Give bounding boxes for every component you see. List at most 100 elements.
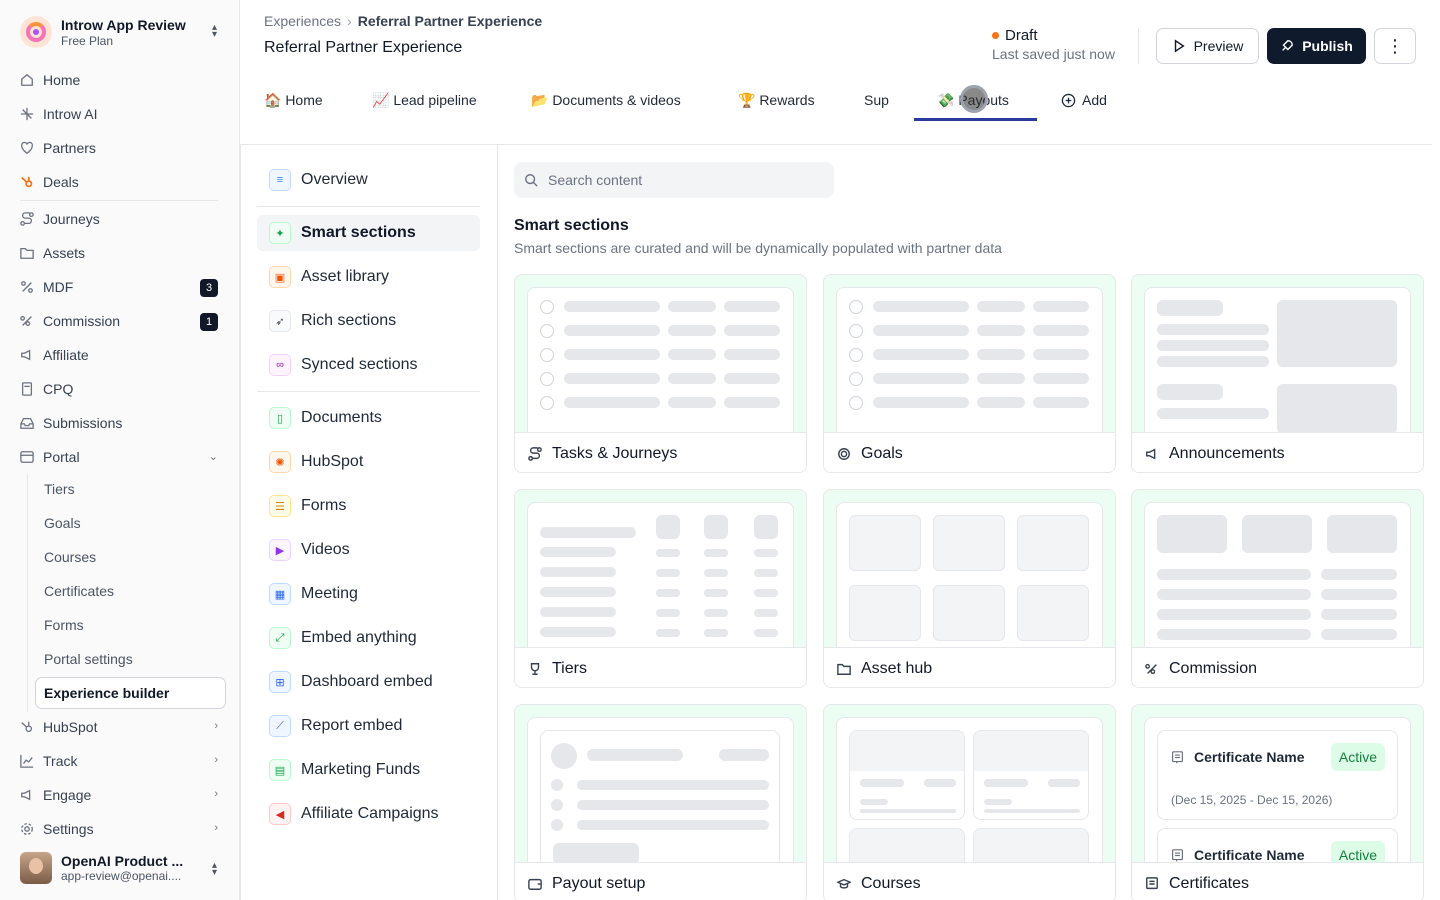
certificate-icon [1172,849,1183,862]
library-embed-anything[interactable]: ⤢ Embed anything [257,620,480,656]
certificate-dates: (Dec 15, 2025 - Dec 15, 2026) [1171,793,1333,807]
library-rich-sections[interactable]: ➶ Rich sections [257,303,480,339]
sidebar-item-submissions[interactable]: Submissions [20,410,222,436]
content-library: ≡ Overview ✦ Smart sections ▣ Asset libr… [241,145,498,900]
card-title: Asset hub [861,659,933,677]
library-overview[interactable]: ≡ Overview [257,162,480,198]
sidebar-item-track[interactable]: Track › [20,748,222,774]
smart-section-card-payout-setup[interactable]: Payout setup [514,704,807,900]
tab-add[interactable]: Add [1061,80,1107,120]
page-title[interactable]: Referral Partner Experience [264,39,462,57]
hubspot-icon: ✺ [269,451,291,473]
mouse-cursor-icon [960,85,988,113]
workspace-switcher[interactable]: Introw App Review Free Plan ▴ ▾ [20,14,225,50]
smart-section-card-asset-hub[interactable]: Asset hub [823,489,1116,688]
library-forms[interactable]: ☰ Forms [257,488,480,524]
vertical-dots-icon: ⋮ [1386,35,1404,56]
library-smart-sections[interactable]: ✦ Smart sections [257,215,480,251]
library-marketing-funds[interactable]: ▤ Marketing Funds [257,752,480,788]
submenu-guide-line [27,474,28,712]
card-title: Tasks & Journeys [552,444,678,462]
sidebar-item-introw-ai[interactable]: Introw AI [20,101,222,127]
smart-section-card-certificates[interactable]: Certificate Name Active (Dec 15, 2025 - … [1131,704,1424,900]
search-input[interactable]: Search content [514,162,834,198]
tab-documents-videos[interactable]: 📂 Documents & videos [531,80,681,120]
tab-sup[interactable]: Sup [864,80,889,120]
library-item-label: Overview [301,171,368,188]
library-documents[interactable]: ▯ Documents [257,400,480,436]
breadcrumb-separator-icon: › [347,13,352,29]
portal-sub-experience-builder[interactable]: Experience builder [35,677,226,709]
bookmark-icon: ▣ [269,266,291,288]
sidebar-item-portal[interactable]: Portal ⌄ [20,444,222,470]
card-preview [515,275,806,432]
library-item-label: Report embed [301,717,403,734]
card-title: Courses [861,874,921,892]
sidebar-item-mdf[interactable]: MDF 3 [20,274,222,300]
sidebar-item-cpq[interactable]: CPQ [20,376,222,402]
library-item-label: Forms [301,497,347,514]
smart-section-card-commission[interactable]: Commission [1131,489,1424,688]
smart-section-card-tasks-journeys[interactable]: Tasks & Journeys [514,274,807,473]
sidebar-item-partners[interactable]: Partners [20,135,222,161]
more-options-button[interactable]: ⋮ [1374,28,1416,64]
sidebar-item-settings[interactable]: Settings › [20,816,222,842]
app-root: Introw App Review Free Plan ▴ ▾ Home Intr… [0,0,1440,900]
library-meeting[interactable]: ▦ Meeting [257,576,480,612]
breadcrumb-root-link[interactable]: Experiences [264,13,341,29]
library-hubspot[interactable]: ✺ HubSpot [257,444,480,480]
graduation-cap-icon [837,877,851,891]
sidebar-item-home[interactable]: Home [20,67,222,93]
sidebar-item-label: Engage [43,787,92,803]
certificate-icon [1172,751,1183,764]
chart-line-icon: ⟋ [269,715,291,737]
library-affiliate-campaigns[interactable]: ◀ Affiliate Campaigns [257,796,480,832]
chevron-right-icon: › [214,754,218,766]
tab-home[interactable]: 🏠 Home [264,80,323,120]
sidebar-item-assets[interactable]: Assets [20,240,222,266]
smart-section-card-tiers[interactable]: Tiers [514,489,807,688]
sidebar-item-deals[interactable]: Deals [20,169,222,195]
breadcrumb-current: Referral Partner Experience [357,13,543,29]
library-videos[interactable]: ▶ Videos [257,532,480,568]
sidebar-item-engage[interactable]: Engage › [20,782,222,808]
smart-section-card-announcements[interactable]: Announcements [1131,274,1424,473]
portal-sub-courses[interactable]: Courses [44,544,224,570]
sidebar-item-label: Settings [43,821,94,837]
library-synced-sections[interactable]: ∞ Synced sections [257,347,480,383]
preview-button[interactable]: Preview [1156,28,1259,64]
user-menu[interactable]: OpenAI Product ... app-review@openai....… [20,852,225,884]
library-divider [257,206,480,207]
tab-lead-pipeline[interactable]: 📈 Lead pipeline [372,80,477,120]
portal-sub-tiers[interactable]: Tiers [44,476,224,502]
smart-section-card-courses[interactable]: Courses [823,704,1116,900]
sidebar-item-label: Commission [43,313,121,329]
portal-sub-forms[interactable]: Forms [44,612,224,638]
card-preview [824,490,1115,647]
card-preview: Certificate Name Active (Dec 15, 2025 - … [1132,705,1423,862]
portal-sub-portal-settings[interactable]: Portal settings [44,646,224,672]
sidebar-item-hubspot[interactable]: HubSpot › [20,714,222,740]
status-label: Draft [1005,27,1038,44]
library-item-label: Affiliate Campaigns [301,805,439,822]
library-asset-library[interactable]: ▣ Asset library [257,259,480,295]
sidebar-item-affiliate[interactable]: Affiliate [20,342,222,368]
megaphone-icon [1145,447,1159,461]
trophy-icon [528,662,542,676]
rocket-icon: ➶ [269,310,291,332]
chevron-up-down-icon: ▴ ▾ [211,860,217,878]
list-icon: ≡ [269,169,291,191]
sidebar-item-journeys[interactable]: Journeys [20,206,222,232]
card-preview [515,705,806,862]
library-item-label: Documents [301,409,382,426]
library-report-embed[interactable]: ⟋ Report embed [257,708,480,744]
sidebar-item-commission[interactable]: Commission 1 [20,308,222,334]
route-icon [20,212,34,226]
portal-sub-goals[interactable]: Goals [44,510,224,536]
publish-button[interactable]: Publish [1267,28,1366,64]
tab-rewards[interactable]: 🏆 Rewards [738,80,815,120]
portal-sub-certificates[interactable]: Certificates [44,578,224,604]
smart-section-card-goals[interactable]: Goals [823,274,1116,473]
megaphone-icon [20,348,34,362]
library-dashboard-embed[interactable]: ⊞ Dashboard embed [257,664,480,700]
